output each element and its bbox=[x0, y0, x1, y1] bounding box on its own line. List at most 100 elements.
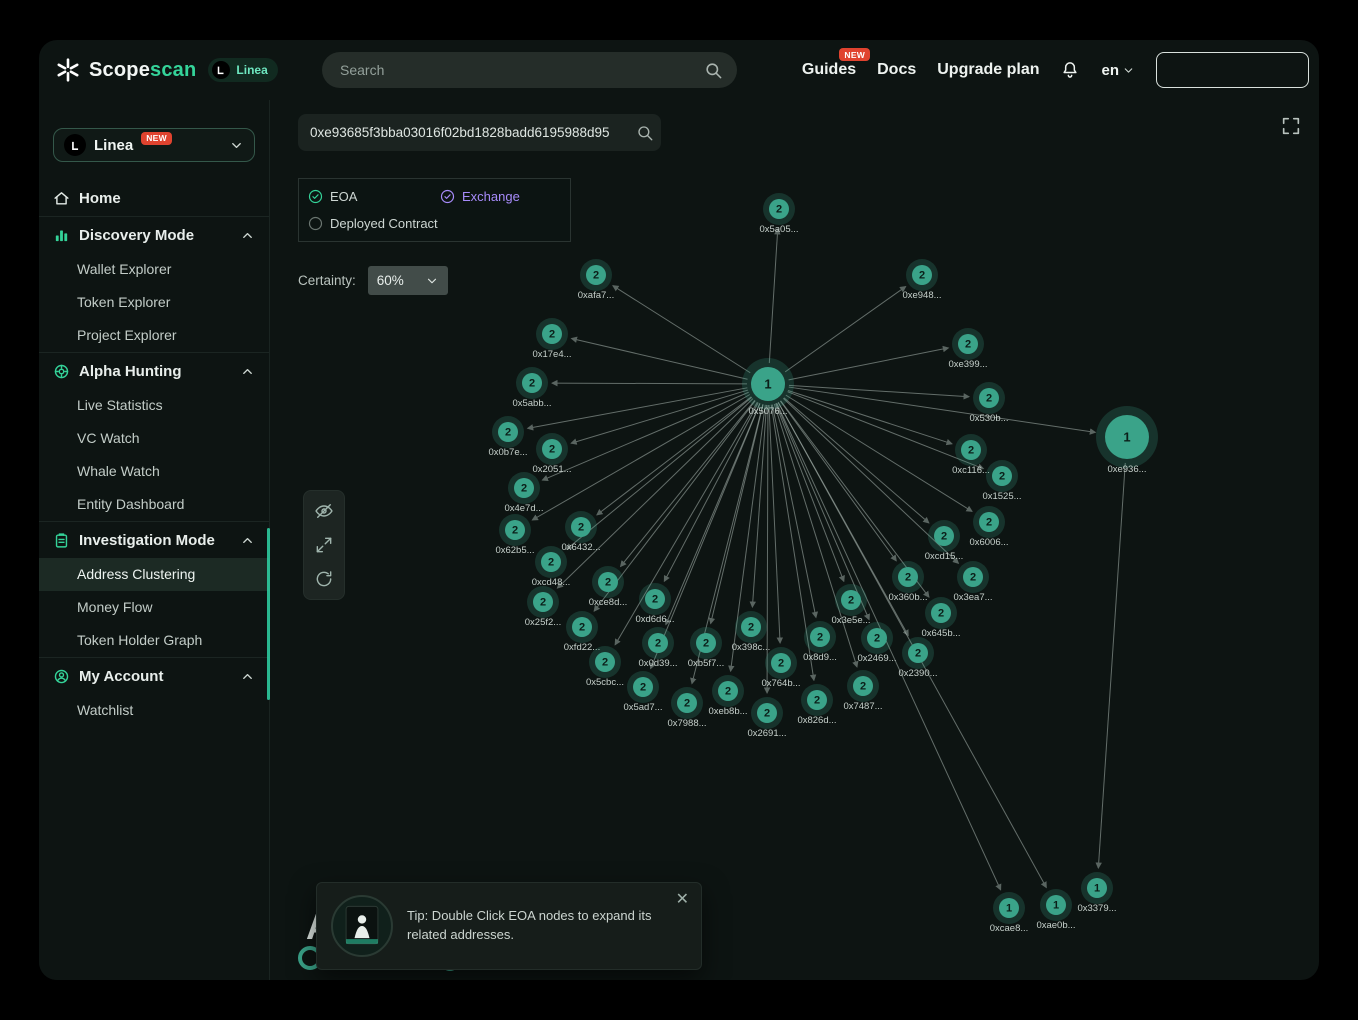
graph-node[interactable]: 20x530b... bbox=[969, 382, 1008, 424]
nav-guides[interactable]: Guides NEW bbox=[802, 61, 856, 79]
graph-node[interactable]: 20x62b5... bbox=[495, 514, 534, 556]
graph-node[interactable]: 20x7988... bbox=[667, 687, 706, 729]
network-selector[interactable]: Linea NEW bbox=[53, 128, 255, 162]
fit-view-button[interactable] bbox=[311, 532, 337, 558]
graph-node[interactable]: 20xb5f7... bbox=[688, 627, 724, 669]
node-label: 0x3ea7... bbox=[953, 592, 992, 603]
sidebar-item-project-explorer[interactable]: Project Explorer bbox=[39, 319, 269, 352]
sidebar-section-my-account[interactable]: My Account bbox=[39, 658, 269, 694]
header-nav: Guides NEW Docs Upgrade plan en bbox=[802, 52, 1311, 88]
sidebar-section-discovery-mode[interactable]: Discovery Mode bbox=[39, 217, 269, 253]
node-label: 0x398c... bbox=[732, 642, 771, 653]
graph-node[interactable]: 20x826d... bbox=[797, 684, 836, 726]
hide-labels-button[interactable] bbox=[311, 498, 337, 524]
node-value: 2 bbox=[593, 270, 599, 282]
language-selector[interactable]: en bbox=[1101, 62, 1135, 79]
sidebar-section-alpha-hunting[interactable]: Alpha Hunting bbox=[39, 353, 269, 389]
header: Scopescan Linea Guides NEW Docs Upgrade … bbox=[39, 40, 1319, 100]
graph-node[interactable]: 20x5ad7... bbox=[623, 671, 662, 713]
graph-node[interactable]: 10x3379... bbox=[1077, 872, 1116, 914]
sidebar-item-money-flow[interactable]: Money Flow bbox=[39, 591, 269, 624]
node-label: 0x7487... bbox=[843, 701, 882, 712]
graph-node[interactable]: 20x8d9... bbox=[803, 621, 837, 663]
graph-node[interactable]: 10xe936... bbox=[1096, 406, 1158, 475]
node-label: 0x826d... bbox=[797, 715, 836, 726]
sidebar-item-token-holder-graph[interactable]: Token Holder Graph bbox=[39, 624, 269, 657]
sidebar-item-vc-watch[interactable]: VC Watch bbox=[39, 422, 269, 455]
legend-deployed-contract[interactable]: Deployed Contract bbox=[308, 216, 438, 231]
close-icon[interactable]: ✕ bbox=[676, 892, 689, 908]
address-input[interactable]: 0xe93685f3bba03016f02bd1828badd6195988d9… bbox=[310, 125, 610, 140]
graph-node[interactable]: 20x645b... bbox=[921, 597, 960, 639]
sidebar-section-home[interactable]: Home bbox=[39, 180, 269, 216]
node-label: 0x3379... bbox=[1077, 903, 1116, 914]
graph-node[interactable]: 20xc116... bbox=[952, 434, 990, 476]
legend-exchange[interactable]: Exchange bbox=[440, 189, 520, 204]
node-value: 2 bbox=[529, 378, 535, 390]
node-value: 1 bbox=[1123, 430, 1130, 445]
chevron-down-icon bbox=[229, 138, 244, 153]
graph-node[interactable]: 20xe399... bbox=[948, 328, 987, 370]
graph-node[interactable]: 20x0d39... bbox=[638, 627, 677, 669]
graph-node[interactable]: 20xe948... bbox=[902, 259, 941, 301]
sidebar-item-live-statistics[interactable]: Live Statistics bbox=[39, 389, 269, 422]
connect-wallet-button[interactable] bbox=[1156, 52, 1309, 88]
search-input[interactable] bbox=[340, 62, 704, 78]
graph-node[interactable]: 20xeb8b... bbox=[708, 675, 747, 717]
refresh-button[interactable] bbox=[311, 566, 337, 592]
graph-node[interactable]: 10xcae8... bbox=[990, 892, 1029, 934]
node-value: 2 bbox=[999, 471, 1005, 483]
sidebar-item-entity-dashboard[interactable]: Entity Dashboard bbox=[39, 488, 269, 521]
fullscreen-icon[interactable] bbox=[1280, 115, 1302, 137]
graph-node[interactable]: 20x0b7e... bbox=[488, 416, 527, 458]
sidebar-section-investigation-mode[interactable]: Investigation Mode bbox=[39, 522, 269, 558]
node-value: 2 bbox=[860, 681, 866, 693]
graph-node[interactable]: 20x3e5e... bbox=[831, 584, 870, 626]
node-label: 0xcae8... bbox=[990, 923, 1029, 934]
header-search[interactable] bbox=[322, 52, 737, 88]
circle-icon bbox=[308, 216, 323, 231]
node-value: 2 bbox=[965, 339, 971, 351]
sidebar-item-whale-watch[interactable]: Whale Watch bbox=[39, 455, 269, 488]
graph-node[interactable]: 20x2469... bbox=[857, 622, 896, 664]
graph-node[interactable]: 20x6006... bbox=[969, 506, 1008, 548]
search-icon bbox=[704, 61, 723, 80]
graph-node[interactable]: 20x5a05... bbox=[759, 193, 798, 235]
sidebar-item-token-explorer[interactable]: Token Explorer bbox=[39, 286, 269, 319]
logo[interactable]: Scopescan Linea bbox=[55, 57, 278, 83]
graph-node[interactable]: 2 0x7487... bbox=[843, 670, 882, 712]
graph-node[interactable]: 20x6432... bbox=[561, 511, 600, 553]
graph-node[interactable]: 20xd6d6... bbox=[635, 583, 674, 625]
node-label: 0x645b... bbox=[921, 628, 960, 639]
legend-eoa[interactable]: EOA bbox=[308, 189, 357, 204]
notifications-bell-icon[interactable] bbox=[1060, 60, 1080, 80]
graph-node[interactable]: 20xce8d... bbox=[589, 566, 628, 608]
address-search-box[interactable]: 0xe93685f3bba03016f02bd1828badd6195988d9… bbox=[298, 114, 661, 151]
node-value: 2 bbox=[915, 648, 921, 660]
sidebar-item-address-clustering[interactable]: Address Clustering bbox=[39, 558, 269, 591]
sidebar-item-watchlist[interactable]: Watchlist bbox=[39, 694, 269, 727]
node-label: 0xcd48... bbox=[532, 577, 571, 588]
chevron-down-icon bbox=[425, 274, 439, 288]
sidebar-scrollbar[interactable] bbox=[267, 528, 270, 700]
chevron-up-icon bbox=[240, 533, 255, 548]
graph-node[interactable]: 20x2390... bbox=[898, 637, 937, 679]
graph-node[interactable]: 20x4e7d... bbox=[504, 472, 543, 514]
nav-upgrade-plan[interactable]: Upgrade plan bbox=[937, 61, 1039, 79]
graph-node[interactable]: 20x25f2... bbox=[525, 586, 561, 628]
graph-node[interactable]: 20xcd15... bbox=[925, 520, 964, 562]
certainty-dropdown[interactable]: 60% bbox=[368, 266, 448, 295]
nav-docs[interactable]: Docs bbox=[877, 61, 916, 79]
sidebar-item-wallet-explorer[interactable]: Wallet Explorer bbox=[39, 253, 269, 286]
graph-node[interactable]: 20x2691... bbox=[747, 697, 786, 739]
graph-node[interactable]: 20x360b... bbox=[888, 561, 927, 603]
graph-node[interactable]: 20x3ea7... bbox=[953, 561, 992, 603]
graph-node[interactable]: 10x5076... bbox=[742, 358, 794, 417]
graph-node[interactable]: 20x5abb... bbox=[512, 367, 551, 409]
graph-node[interactable]: 20x2051... bbox=[532, 433, 571, 475]
node-value: 2 bbox=[703, 638, 709, 650]
graph-node[interactable]: 20xfd22... bbox=[564, 611, 600, 653]
graph-node[interactable]: 20xafa7... bbox=[578, 259, 614, 301]
graph-node[interactable]: 10xae0b... bbox=[1036, 889, 1075, 931]
graph-node[interactable]: 20x17e4... bbox=[532, 318, 571, 360]
